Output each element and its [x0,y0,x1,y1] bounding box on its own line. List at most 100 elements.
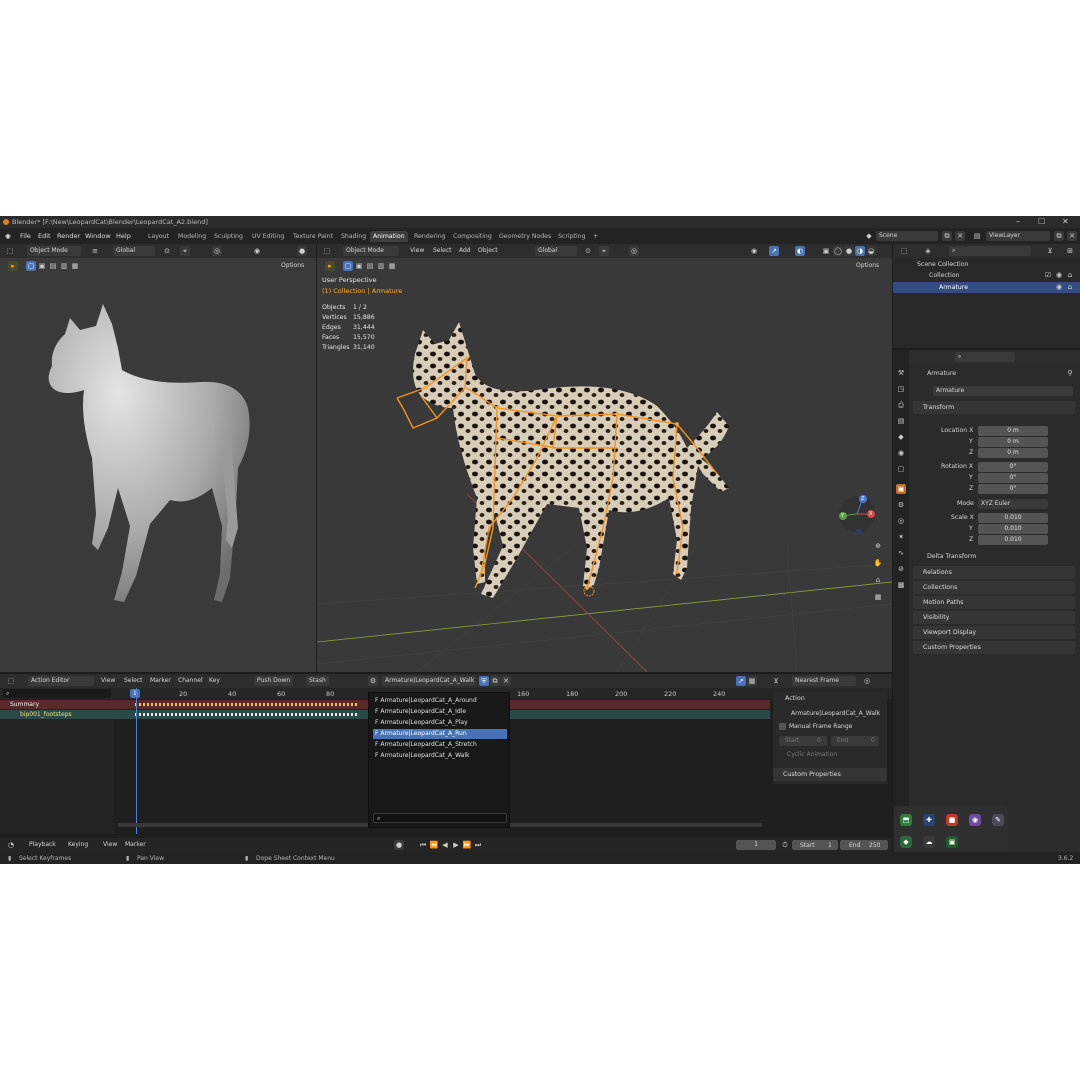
action-custom-properties-header[interactable]: Custom Properties [773,768,887,781]
minimize-button[interactable]: – [1016,216,1020,228]
new-collection-icon[interactable]: ⊞ [1065,246,1075,256]
duplicate-action-icon[interactable]: ⧉ [490,676,500,686]
pan-hand-icon[interactable]: ✋ [873,558,883,568]
snap-mode-selector[interactable]: Nearest Frame [792,676,856,686]
tab-texture-paint[interactable]: Texture Paint [290,231,336,242]
app-tray-icon[interactable]: ◉ [969,814,981,826]
select-subtract-icon[interactable]: ▤ [48,261,58,271]
jump-end-icon[interactable]: ⏭ [473,840,483,850]
preview-range-icon[interactable]: ⏱ [780,840,790,850]
menu-edit[interactable]: Edit [38,232,51,240]
view-layer-tab-icon[interactable]: ▤ [896,416,906,426]
world-tab-icon[interactable]: ◉ [896,448,906,458]
tab-shading[interactable]: Shading [338,231,369,242]
scale-z-field[interactable]: 0.010 [978,535,1048,545]
proportional-icon[interactable]: ◎ [862,676,872,686]
visibility-panel-header[interactable]: Visibility [913,611,1075,624]
zoom-icon[interactable]: ⊕ [873,541,883,551]
scene-tab-icon[interactable]: ◆ [896,432,906,442]
relations-panel-header[interactable]: Relations [913,566,1075,579]
action-panel-name[interactable]: Armature|LeopardCat_A_Walk [791,710,880,717]
new-view-layer-icon[interactable]: ⧉ [1054,231,1064,241]
menu-key[interactable]: Key [206,676,223,686]
select-box-icon[interactable]: ▢ [26,261,36,271]
add-workspace-button[interactable]: + [590,231,601,242]
nvidia-tray-icon[interactable]: ▣ [946,836,958,848]
filter-icon[interactable]: ⊻ [771,676,781,686]
prev-keyframe-icon[interactable]: ⏪ [429,840,439,850]
object-data-tab-icon[interactable]: ✶ [896,532,906,542]
menu-hamburger-icon[interactable]: ≡ [90,246,100,256]
tab-modeling[interactable]: Modeling [175,231,209,242]
object-name-field[interactable]: Armature [933,386,1073,396]
tab-uv-editing[interactable]: UV Editing [249,231,287,242]
main-viewport[interactable]: ⬚ Object Mode View Select Add Object Glo… [317,244,892,672]
tab-sculpting[interactable]: Sculpting [211,231,246,242]
app-tray-icon[interactable]: ⬒ [900,814,912,826]
scale-x-field[interactable]: 0.010 [978,513,1048,523]
new-scene-icon[interactable]: ⧉ [942,231,952,241]
delta-transform-subpanel[interactable]: Delta Transform [927,553,976,560]
delete-view-layer-icon[interactable]: ✕ [1067,231,1077,241]
playhead-line[interactable] [136,688,137,834]
action-search-input[interactable]: ⌕ [373,813,507,823]
left-orientation-selector[interactable]: Global [113,246,155,256]
tool-select-icon[interactable]: ▸ [8,261,18,271]
summary-keyframes[interactable] [135,703,359,706]
camera-icon[interactable]: ⌂ [873,575,883,585]
texture-tab-icon[interactable]: ▩ [896,580,906,590]
display-mode-icon[interactable]: ◈ [923,246,933,256]
tab-animation[interactable]: Animation [370,231,408,242]
shading-icon[interactable]: ● [297,246,307,256]
play-reverse-icon[interactable]: ◀ [440,840,450,850]
collection-tab-icon[interactable]: ▢ [896,464,906,474]
menu-window[interactable]: Window [85,232,111,240]
delete-scene-icon[interactable]: ✕ [955,231,965,241]
app-tray-icon[interactable]: ✎ [992,814,1004,826]
select-invert-icon[interactable]: ▥ [59,261,69,271]
left-mode-selector[interactable]: Object Mode [27,246,81,256]
outliner-armature-row[interactable]: Armature ◉ ⌂ [893,282,1080,293]
rotation-z-field[interactable]: 0° [978,484,1048,494]
next-keyframe-icon[interactable]: ⏩ [462,840,472,850]
editor-type-icon[interactable]: ⬚ [5,246,15,256]
tab-geometry-nodes[interactable]: Geometry Nodes [496,231,554,242]
view-layer-icon[interactable]: ▤ [972,231,982,241]
menu-marker[interactable]: Marker [147,676,174,686]
action-browse-icon[interactable]: ⚙ [368,676,378,686]
location-z-field[interactable]: 0 m [978,448,1048,458]
editor-mode-selector[interactable]: Action Editor [28,676,94,686]
jump-start-icon[interactable]: ⏮ [418,840,428,850]
app-tray-icon[interactable]: ✚ [923,814,935,826]
pin-icon[interactable]: ⚲ [1065,368,1075,378]
filter-icon[interactable]: ⊻ [1045,246,1055,256]
menu-view[interactable]: View [98,676,118,686]
scene-selector[interactable]: Scene [876,231,938,241]
menu-keying[interactable]: Keying [65,840,91,850]
outliner-search[interactable]: ⌕ [949,246,1031,256]
visibility-icon[interactable]: ◉ [252,246,262,256]
custom-properties-panel-header[interactable]: Custom Properties [913,641,1075,654]
manual-range-checkbox[interactable] [779,723,786,730]
action-list-item[interactable]: F Armature|LeopardCat_A_Idle [373,707,507,717]
action-list-item[interactable]: F Armature|LeopardCat_A_Around [373,696,507,706]
outliner-editor-icon[interactable]: ⬚ [899,246,909,256]
menu-playback[interactable]: Playback [26,840,59,850]
object-keyframes[interactable] [135,713,359,716]
menu-channel[interactable]: Channel [175,676,206,686]
record-icon[interactable]: ● [394,840,404,850]
end-frame-field[interactable] [840,840,888,850]
tab-compositing[interactable]: Compositing [450,231,495,242]
eye-icon[interactable]: ◉ [1054,270,1064,280]
collections-panel-header[interactable]: Collections [913,581,1075,594]
cloud-tray-icon[interactable]: ☁ [923,836,935,848]
modifier-tab-icon[interactable]: ⚙ [896,500,906,510]
menu-render[interactable]: Render [57,232,80,240]
maximize-button[interactable]: ☐ [1038,216,1045,228]
close-window-button[interactable]: ✕ [1062,216,1069,228]
select-intersect-icon[interactable]: ▦ [70,261,80,271]
only-selected-icon[interactable]: ➚ [736,676,746,686]
transform-panel-header[interactable]: Transform [913,401,1075,414]
view-layer-selector[interactable]: ViewLayer [986,231,1050,241]
action-name-field[interactable]: Armature|LeopardCat_A_Walk [382,676,476,686]
